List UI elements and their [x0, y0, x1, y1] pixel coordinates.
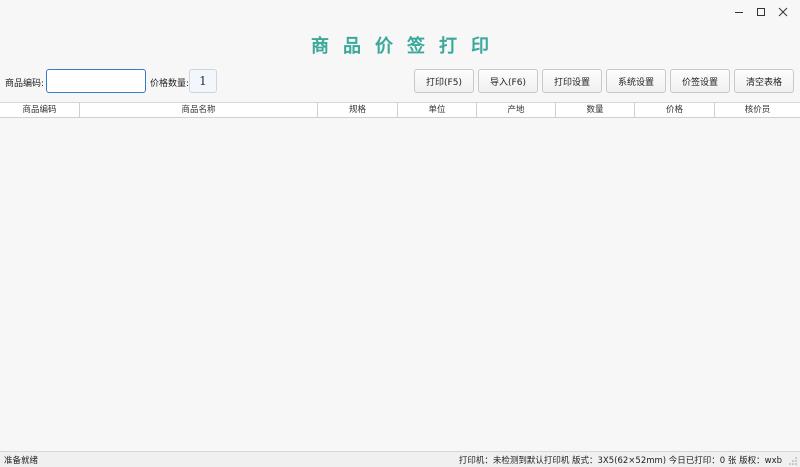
- label-settings-button[interactable]: 价签设置: [670, 69, 730, 93]
- column-header-name[interactable]: 商品名称: [80, 103, 318, 118]
- import-button[interactable]: 导入(F6): [478, 69, 538, 93]
- table-header: 商品编码 商品名称 规格 单位 产地 数量 价格 核价员: [0, 103, 800, 118]
- column-header-unit[interactable]: 单位: [398, 103, 477, 118]
- product-code-input[interactable]: [46, 69, 146, 93]
- clear-table-button[interactable]: 清空表格: [734, 69, 794, 93]
- resize-grip-icon[interactable]: [788, 456, 798, 466]
- price-quantity-label: 价格数量:: [150, 79, 190, 89]
- price-quantity-input[interactable]: [189, 69, 217, 93]
- toolbar: 商品编码: 价格数量: 打印(F5) 导入(F6) 打印设置 系统设置 价签设置…: [0, 69, 800, 93]
- print-button[interactable]: 打印(F5): [414, 69, 474, 93]
- product-code-label: 商品编码:: [5, 79, 45, 89]
- column-header-price[interactable]: 价格: [635, 103, 715, 118]
- product-table[interactable]: 商品编码 商品名称 规格 单位 产地 数量 价格 核价员: [0, 102, 800, 452]
- system-settings-button[interactable]: 系统设置: [606, 69, 666, 93]
- window-controls: [728, 3, 794, 21]
- minimize-icon[interactable]: [728, 3, 750, 21]
- column-header-quantity[interactable]: 数量: [556, 103, 635, 118]
- column-header-spec[interactable]: 规格: [318, 103, 398, 118]
- table-body[interactable]: [0, 118, 800, 451]
- close-icon[interactable]: [772, 3, 794, 21]
- print-settings-button[interactable]: 打印设置: [542, 69, 602, 93]
- column-header-checker[interactable]: 核价员: [715, 103, 800, 118]
- status-ready-text: 准备就绪: [4, 456, 39, 466]
- status-bar: 准备就绪 打印机：未检测到默认打印机 版式：3X5(62×52mm) 今日已打印…: [0, 452, 800, 467]
- column-header-code[interactable]: 商品编码: [0, 103, 80, 118]
- status-info-text: 打印机：未检测到默认打印机 版式：3X5(62×52mm) 今日已打印：0 张 …: [458, 456, 782, 466]
- app-title: 商品价签打印: [311, 36, 503, 57]
- maximize-icon[interactable]: [750, 3, 772, 21]
- column-header-origin[interactable]: 产地: [477, 103, 556, 118]
